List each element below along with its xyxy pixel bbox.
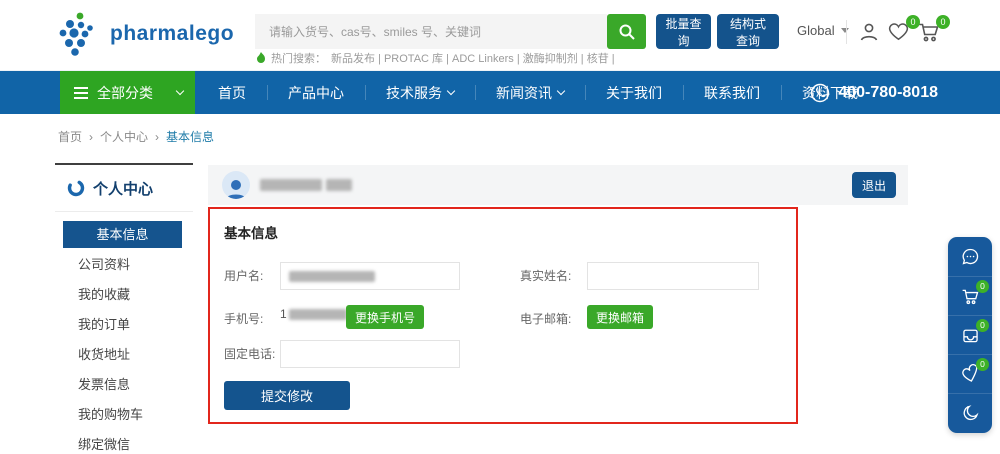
sidebar-item-invoice-info[interactable]: 发票信息 bbox=[55, 370, 193, 400]
phone-icon bbox=[810, 83, 830, 103]
username-label: 用户名: bbox=[224, 262, 263, 290]
sidebar-item-shopping-cart[interactable]: 我的购物车 bbox=[55, 400, 193, 430]
landline-input[interactable] bbox=[280, 340, 460, 368]
sidebar-item-shipping-address[interactable]: 收货地址 bbox=[55, 340, 193, 370]
breadcrumb-section[interactable]: 个人中心 bbox=[100, 128, 148, 145]
change-mobile-button[interactable]: 更换手机号 bbox=[346, 305, 424, 329]
inquiry-list-button[interactable]: 0 bbox=[948, 315, 992, 354]
hamburger-icon bbox=[74, 87, 88, 99]
chevron-down-icon bbox=[176, 87, 184, 95]
locale-label: Global bbox=[797, 23, 835, 38]
hot-search-label: 热门搜索： bbox=[271, 50, 326, 66]
flame-icon bbox=[256, 52, 266, 65]
favorites-quick-button[interactable]: 0 bbox=[948, 354, 992, 393]
personal-center-icon bbox=[67, 179, 85, 197]
favorites-button[interactable]: 0 bbox=[887, 20, 913, 46]
all-categories-button[interactable]: 全部分类 bbox=[60, 71, 195, 114]
header: pharmalego 批量查询 结构式查询 热门搜索： 新品发布 | PROTA… bbox=[0, 0, 1000, 71]
sidebar-item-orders[interactable]: 我的订单 bbox=[55, 310, 193, 340]
chevron-down-icon bbox=[841, 28, 849, 33]
sidebar-title: 个人中心 bbox=[93, 178, 153, 199]
breadcrumb-separator: › bbox=[155, 130, 159, 144]
customer-service-button[interactable] bbox=[948, 237, 992, 276]
nav-item-news[interactable]: 新闻资讯 bbox=[475, 71, 585, 114]
logo[interactable]: pharmalego bbox=[58, 11, 234, 57]
cart-quick-button[interactable]: 0 bbox=[948, 276, 992, 315]
footprint-moon-icon bbox=[960, 403, 981, 424]
cart-quick-badge: 0 bbox=[976, 280, 989, 293]
landline-label: 固定电话: bbox=[224, 340, 275, 368]
account-sidebar: 个人中心 基本信息 公司资料 我的收藏 我的订单 收货地址 发票信息 我的购物车… bbox=[55, 163, 193, 454]
username-input[interactable] bbox=[280, 262, 460, 290]
submit-changes-button[interactable]: 提交修改 bbox=[224, 381, 350, 410]
search-button[interactable] bbox=[607, 14, 646, 49]
mobile-label: 手机号: bbox=[224, 305, 263, 333]
locale-selector[interactable]: Global bbox=[797, 23, 849, 38]
hot-search-items[interactable]: 新品发布 | PROTAC 库 | ADC Linkers | 激酶抑制剂 | … bbox=[331, 50, 615, 66]
nav-item-about[interactable]: 关于我们 bbox=[585, 71, 683, 114]
breadcrumb-home[interactable]: 首页 bbox=[58, 128, 82, 145]
search-icon bbox=[618, 23, 636, 41]
hot-search: 热门搜索： 新品发布 | PROTAC 库 | ADC Linkers | 激酶… bbox=[256, 50, 615, 66]
sidebar-item-favorites[interactable]: 我的收藏 bbox=[55, 280, 193, 310]
masked-mobile-value: 1 bbox=[280, 307, 347, 321]
realname-input[interactable] bbox=[587, 262, 759, 290]
nav-items: 首页 产品中心 技术服务 新闻资讯 关于我们 联系我们 资料下载 bbox=[197, 71, 879, 114]
masked-username bbox=[260, 179, 352, 191]
breadcrumb: 首页 › 个人中心 › 基本信息 bbox=[58, 128, 214, 145]
chat-icon bbox=[960, 246, 981, 267]
user-strip: 退出 bbox=[208, 165, 908, 205]
nav-item-contact[interactable]: 联系我们 bbox=[683, 71, 781, 114]
favorites-quick-badge: 0 bbox=[976, 358, 989, 371]
all-categories-label: 全部分类 bbox=[97, 83, 153, 103]
header-divider bbox=[846, 20, 847, 44]
account-button[interactable] bbox=[857, 20, 883, 46]
section-title: 基本信息 bbox=[224, 222, 278, 242]
email-label: 电子邮箱: bbox=[520, 305, 571, 333]
logo-text: pharmalego bbox=[110, 22, 234, 46]
cart-badge: 0 bbox=[936, 15, 950, 29]
nav-item-home[interactable]: 首页 bbox=[197, 71, 267, 114]
nav-item-products[interactable]: 产品中心 bbox=[267, 71, 365, 114]
breadcrumb-separator: › bbox=[89, 130, 93, 144]
phone-number: 400-780-8018 bbox=[838, 84, 938, 102]
sidebar-menu: 基本信息 公司资料 我的收藏 我的订单 收货地址 发票信息 我的购物车 绑定微信 bbox=[55, 212, 193, 454]
logo-molecule-icon bbox=[58, 11, 102, 57]
inquiry-badge: 0 bbox=[976, 319, 989, 332]
sidebar-item-bind-wechat[interactable]: 绑定微信 bbox=[55, 430, 193, 454]
history-button[interactable] bbox=[948, 393, 992, 432]
batch-inquiry-button[interactable]: 批量查询 bbox=[656, 14, 711, 49]
floating-toolbar: 0 0 0 bbox=[948, 237, 992, 433]
realname-label: 真实姓名: bbox=[520, 262, 571, 290]
page: pharmalego 批量查询 结构式查询 热门搜索： 新品发布 | PROTA… bbox=[0, 0, 1000, 454]
hotline: 400-780-8018 bbox=[810, 71, 938, 114]
basic-info-form: 基本信息 用户名: 真实姓名: 手机号: 1 更换手机号 电子邮箱: 更换邮箱 … bbox=[208, 207, 798, 424]
chevron-down-icon bbox=[447, 87, 455, 95]
avatar bbox=[222, 171, 250, 199]
structure-search-button[interactable]: 结构式查询 bbox=[717, 14, 779, 49]
search-input[interactable] bbox=[255, 14, 607, 49]
cart-button[interactable]: 0 bbox=[917, 20, 943, 46]
breadcrumb-current: 基本信息 bbox=[166, 128, 214, 145]
sidebar-item-basic-info[interactable]: 基本信息 bbox=[63, 221, 182, 248]
main-navigation: 全部分类 首页 产品中心 技术服务 新闻资讯 关于我们 联系我们 资料下载 40… bbox=[0, 71, 1000, 114]
nav-item-services[interactable]: 技术服务 bbox=[365, 71, 475, 114]
change-email-button[interactable]: 更换邮箱 bbox=[587, 305, 653, 329]
sidebar-header: 个人中心 bbox=[55, 165, 193, 212]
chevron-down-icon bbox=[557, 87, 565, 95]
sidebar-item-company-profile[interactable]: 公司资料 bbox=[55, 250, 193, 280]
person-icon bbox=[857, 20, 883, 44]
logout-button[interactable]: 退出 bbox=[852, 172, 896, 198]
